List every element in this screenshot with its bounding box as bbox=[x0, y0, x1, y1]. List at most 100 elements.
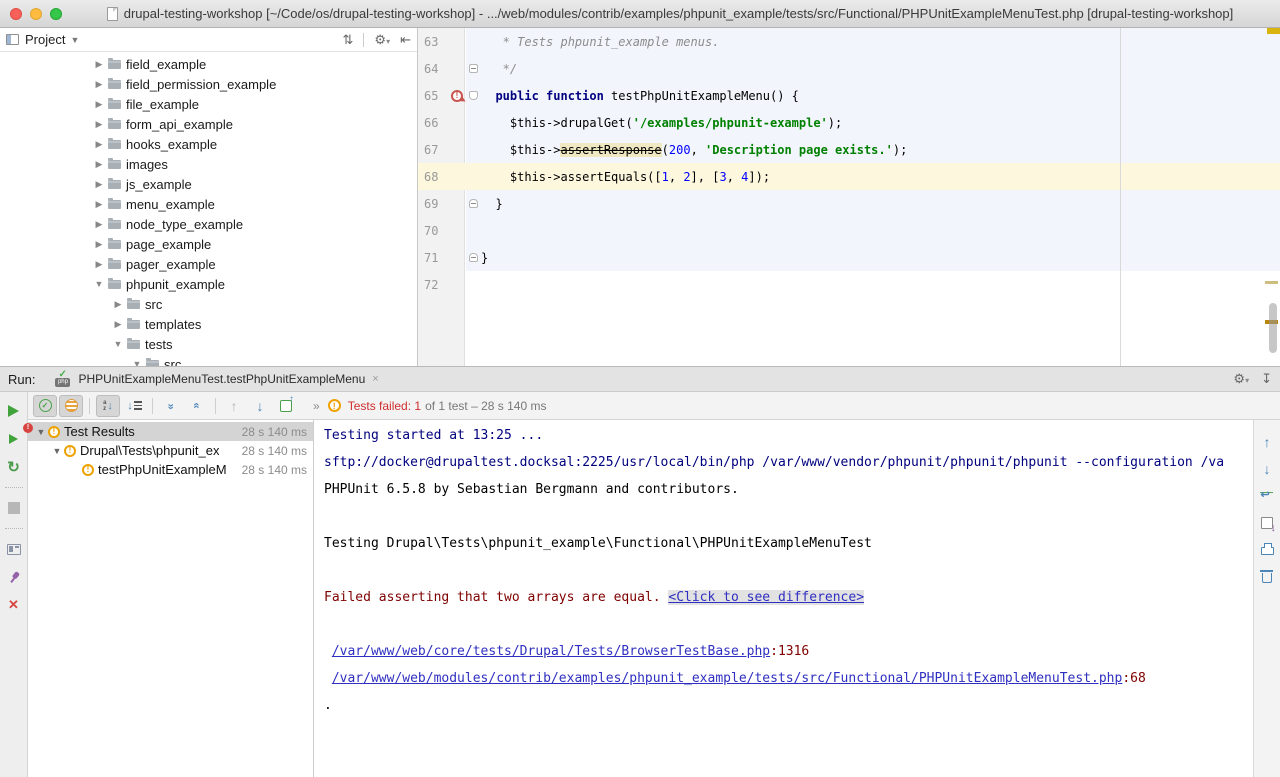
toggle-auto-test-button[interactable]: ↻ bbox=[0, 455, 27, 479]
expand-collapse-icon[interactable]: ⇅ bbox=[343, 32, 354, 48]
project-tree-row[interactable]: ▶menu_example bbox=[0, 194, 417, 214]
sort-alphabetically-button[interactable]: az↓ bbox=[96, 395, 120, 417]
chevron-right-icon[interactable]: ▶ bbox=[111, 299, 125, 310]
project-tree-row[interactable]: ▶form_api_example bbox=[0, 114, 417, 134]
project-tree-row[interactable]: ▶templates bbox=[0, 314, 417, 334]
project-tree-row[interactable]: ▶page_example bbox=[0, 234, 417, 254]
test-tree-row[interactable]: ▼!Drupal\Tests\phpunit_ex28 s 140 ms bbox=[28, 441, 313, 460]
project-tree-row[interactable]: ▶hooks_example bbox=[0, 134, 417, 154]
editor-scrollbar-thumb[interactable] bbox=[1269, 303, 1277, 353]
fold-marker-icon[interactable] bbox=[469, 64, 478, 73]
code-token: 'Description page exists.' bbox=[705, 143, 893, 157]
show-passed-button[interactable]: ✓ bbox=[33, 395, 57, 417]
gear-icon[interactable]: ⚙▾ bbox=[1233, 371, 1249, 387]
chevron-right-icon[interactable]: ▶ bbox=[92, 79, 106, 90]
fold-marker-icon[interactable] bbox=[469, 91, 478, 100]
test-failed-icon[interactable]: ! bbox=[451, 90, 463, 102]
chevron-right-icon[interactable]: ▶ bbox=[92, 119, 106, 130]
export-test-results-button[interactable] bbox=[274, 395, 298, 417]
chevron-right-icon[interactable]: ▶ bbox=[92, 199, 106, 210]
close-panel-button[interactable]: ✕ bbox=[0, 593, 27, 617]
sort-duration-icon: ↓ bbox=[126, 400, 142, 412]
chevron-right-icon[interactable]: ▶ bbox=[92, 59, 106, 70]
expand-all-button[interactable]: » bbox=[159, 395, 183, 417]
code-line: 63 * Tests phpunit_example menus. bbox=[418, 28, 1280, 55]
stop-button[interactable] bbox=[0, 496, 27, 520]
hide-panel-icon[interactable]: ↧ bbox=[1261, 371, 1272, 387]
chevron-right-icon[interactable]: ▶ bbox=[92, 179, 106, 190]
ignored-circle-icon bbox=[65, 399, 78, 412]
project-tree-row[interactable]: ▶images bbox=[0, 154, 417, 174]
soft-wrap-button[interactable] bbox=[1254, 482, 1280, 509]
console-line: Testing started at 13:25 ... bbox=[324, 428, 1253, 455]
clear-all-button[interactable] bbox=[1254, 563, 1280, 590]
arrow-up-icon: ↑ bbox=[1264, 434, 1271, 450]
window-title: drupal-testing-workshop [~/Code/os/drupa… bbox=[124, 6, 1234, 21]
chevron-down-icon[interactable]: ▼ bbox=[130, 359, 144, 366]
rerun-failed-tests-button[interactable]: ! bbox=[0, 427, 27, 451]
next-occurrence-button[interactable]: ↓ bbox=[248, 395, 272, 417]
up-stack-trace-button[interactable]: ↑ bbox=[1254, 428, 1280, 455]
project-tree-row[interactable]: ▶src bbox=[0, 294, 417, 314]
pin-tab-button[interactable] bbox=[0, 565, 27, 589]
chevron-right-icon[interactable]: ▶ bbox=[92, 259, 106, 270]
project-tree-row[interactable]: ▼tests bbox=[0, 334, 417, 354]
chevron-down-icon[interactable]: ▼ bbox=[92, 279, 106, 289]
gear-icon[interactable]: ⚙▾ bbox=[374, 32, 390, 48]
project-tree: ▶field_example▶field_permission_example▶… bbox=[0, 52, 417, 366]
collapse-all-button[interactable]: » bbox=[185, 395, 209, 417]
console-line: /var/www/web/core/tests/Drupal/Tests/Bro… bbox=[324, 644, 1253, 671]
code-token: $this->assertEquals([ bbox=[481, 170, 662, 184]
code-token: ); bbox=[828, 116, 842, 130]
chevron-right-icon[interactable]: ▶ bbox=[92, 159, 106, 170]
project-tree-row[interactable]: ▼phpunit_example bbox=[0, 274, 417, 294]
collapse-all-icon: » bbox=[191, 403, 203, 408]
hide-panel-icon[interactable]: ⇤ bbox=[400, 32, 411, 48]
code-token: ); bbox=[893, 143, 907, 157]
fold-marker-icon[interactable] bbox=[469, 199, 478, 208]
minimize-window-button[interactable] bbox=[30, 8, 42, 20]
chevron-down-icon[interactable]: ▼ bbox=[50, 446, 64, 456]
test-console[interactable]: Testing started at 13:25 ...sftp://docke… bbox=[314, 420, 1253, 777]
previous-occurrence-button[interactable]: ↑ bbox=[222, 395, 246, 417]
fold-marker-icon[interactable] bbox=[469, 253, 478, 262]
run-configuration-tab[interactable]: php✓ PHPUnitExampleMenuTest.testPhpUnitE… bbox=[49, 367, 384, 392]
close-window-button[interactable] bbox=[10, 8, 22, 20]
more-actions-icon[interactable]: » bbox=[313, 399, 320, 413]
chevron-right-icon[interactable]: ▶ bbox=[92, 99, 106, 110]
project-panel-title[interactable]: Project bbox=[25, 32, 65, 47]
chevron-down-icon[interactable]: ▼ bbox=[70, 35, 79, 45]
test-tree-row[interactable]: ▼!Test Results28 s 140 ms bbox=[28, 422, 313, 441]
file-link[interactable]: /var/www/web/core/tests/Drupal/Tests/Bro… bbox=[332, 644, 770, 659]
print-button[interactable] bbox=[1254, 536, 1280, 563]
down-stack-trace-button[interactable]: ↓ bbox=[1254, 455, 1280, 482]
project-tree-row[interactable]: ▶node_type_example bbox=[0, 214, 417, 234]
project-tree-row[interactable]: ▶js_example bbox=[0, 174, 417, 194]
project-tree-row[interactable]: ▶field_permission_example bbox=[0, 74, 417, 94]
sort-by-duration-button[interactable]: ↓ bbox=[122, 395, 146, 417]
project-tree-row[interactable]: ▶file_example bbox=[0, 94, 417, 114]
run-left-toolbar: ! ↻ ✕ bbox=[0, 392, 28, 777]
test-tree-row[interactable]: !testPhpUnitExampleM28 s 140 ms bbox=[28, 460, 313, 479]
code-area[interactable]: 63 * Tests phpunit_example menus.64 */65… bbox=[418, 28, 1280, 298]
arrow-up-icon: ↑ bbox=[231, 398, 238, 414]
zoom-window-button[interactable] bbox=[50, 8, 62, 20]
scroll-to-end-button[interactable] bbox=[1254, 509, 1280, 536]
project-tree-row[interactable]: ▼src bbox=[0, 354, 417, 366]
chevron-right-icon[interactable]: ▶ bbox=[92, 219, 106, 230]
project-tree-row[interactable]: ▶pager_example bbox=[0, 254, 417, 274]
editor[interactable]: 63 * Tests phpunit_example menus.64 */65… bbox=[418, 28, 1280, 366]
close-tab-icon[interactable]: × bbox=[372, 373, 378, 385]
chevron-down-icon[interactable]: ▼ bbox=[34, 427, 48, 437]
project-tree-row[interactable]: ▶field_example bbox=[0, 54, 417, 74]
chevron-right-icon[interactable]: ▶ bbox=[111, 319, 125, 330]
restore-layout-button[interactable] bbox=[0, 537, 27, 561]
chevron-right-icon[interactable]: ▶ bbox=[92, 239, 106, 250]
warning-stripe-mark[interactable] bbox=[1265, 281, 1278, 284]
see-difference-link[interactable]: <Click to see difference> bbox=[668, 590, 864, 605]
file-link[interactable]: /var/www/web/modules/contrib/examples/ph… bbox=[332, 671, 1123, 686]
chevron-right-icon[interactable]: ▶ bbox=[92, 139, 106, 150]
rerun-button[interactable] bbox=[0, 399, 27, 423]
show-ignored-button[interactable] bbox=[59, 395, 83, 417]
chevron-down-icon[interactable]: ▼ bbox=[111, 339, 125, 349]
